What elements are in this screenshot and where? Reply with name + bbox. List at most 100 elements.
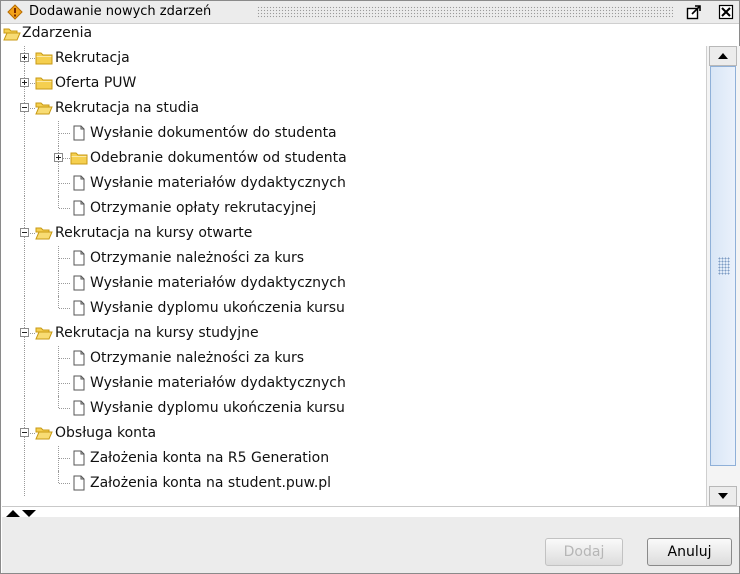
- tree-folder-row[interactable]: Rekrutacja na kursy otwarte: [2, 221, 705, 246]
- tree-connector: [59, 483, 70, 484]
- dialog-window: Dodawanie nowych zdarzeń Zdarzenia Rekru…: [0, 0, 740, 574]
- tree-leaf-row[interactable]: Założenia konta na R5 Generation: [2, 446, 705, 471]
- tree-item-label: Rekrutacja na kursy otwarte: [55, 225, 253, 241]
- close-icon: [718, 4, 734, 20]
- tree-leaf-row[interactable]: Wysłanie materiałów dydaktycznych: [2, 171, 705, 196]
- maximize-button[interactable]: [685, 3, 703, 21]
- folder-icon: [70, 150, 88, 166]
- tree-item-label: Rekrutacja na kursy studyjne: [55, 325, 259, 341]
- diamond-warning-icon: [7, 4, 23, 20]
- folder-open-icon: [3, 26, 21, 42]
- document-icon: [70, 175, 88, 191]
- tree-root-label: Zdarzenia: [22, 25, 93, 41]
- tree-folder-row[interactable]: Rekrutacja na studia: [2, 96, 705, 121]
- tree-connector: [24, 171, 25, 196]
- add-button[interactable]: Dodaj: [545, 538, 623, 566]
- tree-item-label: Założenia konta na R5 Generation: [90, 450, 330, 466]
- collapse-toggle-icon[interactable]: [20, 228, 29, 237]
- tree-item-label: Otrzymanie należności za kurs: [90, 350, 304, 366]
- tree-leaf-row[interactable]: Wysłanie materiałów dydaktycznych: [2, 271, 705, 296]
- tree-item-label: Wysłanie dokumentów do studenta: [90, 125, 337, 141]
- folder-icon: [35, 75, 53, 91]
- tree-leaf-row[interactable]: Założenia konta na student.puw.pl: [2, 471, 705, 496]
- document-icon: [70, 400, 88, 416]
- scroll-thumb[interactable]: [710, 66, 736, 466]
- expand-toggle-icon[interactable]: [20, 53, 29, 62]
- tree-connector: [24, 121, 25, 146]
- tree-leaf-row[interactable]: Wysłanie dokumentów do studenta: [2, 121, 705, 146]
- tree-connector: [59, 408, 70, 409]
- tree-folder-row[interactable]: Rekrutacja: [2, 46, 705, 71]
- folder-open-icon: [35, 425, 53, 441]
- tree-item-label: Rekrutacja: [55, 50, 130, 66]
- tree-item-label: Założenia konta na student.puw.pl: [90, 475, 332, 491]
- document-icon: [70, 300, 88, 316]
- expand-toggle-icon[interactable]: [54, 153, 63, 162]
- folder-open-icon: [35, 225, 53, 241]
- tree-item-label: Obsługa konta: [55, 425, 157, 441]
- tree-item-label: Rekrutacja na studia: [55, 100, 200, 116]
- document-icon: [70, 475, 88, 491]
- tree-leaf-row[interactable]: Otrzymanie należności za kurs: [2, 246, 705, 271]
- tree-connector: [24, 146, 25, 171]
- tree-folder-row[interactable]: Rekrutacja na kursy studyjne: [2, 321, 705, 346]
- document-icon: [70, 375, 88, 391]
- tree-folder-row[interactable]: Obsługa konta: [2, 421, 705, 446]
- tree-connector: [59, 208, 70, 209]
- tree-connector: [58, 296, 59, 308]
- tree-item-label: Oferta PUW: [55, 75, 137, 91]
- tree-item-label: Wysłanie dyplomu ukończenia kursu: [90, 400, 345, 416]
- tree-folder-row[interactable]: Odebranie dokumentów od studenta: [2, 146, 705, 171]
- tree-item-label: Wysłanie materiałów dydaktycznych: [90, 175, 346, 191]
- event-tree[interactable]: Rekrutacja Oferta PUW Rekrutacja na studia…: [2, 46, 705, 505]
- collapse-toggle-icon[interactable]: [20, 103, 29, 112]
- folder-icon: [35, 50, 53, 66]
- tree-connector: [24, 296, 25, 321]
- expand-toggle-icon[interactable]: [20, 78, 29, 87]
- tree-connector: [58, 396, 59, 408]
- tree-connector: [59, 308, 70, 309]
- arrow-up-icon: [718, 53, 728, 59]
- tree-connector: [24, 471, 25, 496]
- tree-folder-row[interactable]: Oferta PUW: [2, 71, 705, 96]
- scroll-up-button[interactable]: [709, 46, 737, 66]
- tree-connector: [24, 346, 25, 371]
- tree-leaf-row[interactable]: Wysłanie dyplomu ukończenia kursu: [2, 296, 705, 321]
- maximize-icon: [686, 5, 701, 20]
- tree-item-label: Wysłanie materiałów dydaktycznych: [90, 375, 346, 391]
- tree-leaf-row[interactable]: Otrzymanie należności za kurs: [2, 346, 705, 371]
- collapse-toggle-icon[interactable]: [20, 328, 29, 337]
- tree-connector: [58, 196, 59, 208]
- tree-item-label: Otrzymanie opłaty rekrutacyjnej: [90, 200, 317, 216]
- folder-open-icon: [35, 325, 53, 341]
- tree-leaf-row[interactable]: Wysłanie materiałów dydaktycznych: [2, 371, 705, 396]
- tree-connector: [59, 183, 70, 184]
- cancel-button[interactable]: Anuluj: [647, 538, 732, 566]
- folder-open-icon: [35, 100, 53, 116]
- document-icon: [70, 200, 88, 216]
- vertical-scrollbar[interactable]: [706, 46, 740, 506]
- tree-connector: [59, 283, 70, 284]
- tree-connector: [59, 358, 70, 359]
- tree-connector: [24, 246, 25, 271]
- document-icon: [70, 450, 88, 466]
- tree-leaf-row[interactable]: Otrzymanie opłaty rekrutacyjnej: [2, 196, 705, 221]
- close-button[interactable]: [717, 3, 735, 21]
- tree-leaf-row[interactable]: Wysłanie dyplomu ukończenia kursu: [2, 396, 705, 421]
- tree-connector: [24, 271, 25, 296]
- tree-item-label: Odebranie dokumentów od studenta: [90, 150, 347, 166]
- tree-connector: [59, 383, 70, 384]
- document-icon: [70, 250, 88, 266]
- tree-connector: [59, 458, 70, 459]
- document-icon: [70, 350, 88, 366]
- arrow-down-icon: [718, 493, 728, 499]
- collapse-toggle-icon[interactable]: [20, 428, 29, 437]
- tree-connector: [24, 446, 25, 471]
- button-bar: Dodaj Anuluj: [2, 517, 739, 573]
- tree-item-label: Wysłanie dyplomu ukończenia kursu: [90, 300, 345, 316]
- title-bar[interactable]: Dodawanie nowych zdarzeń: [1, 1, 739, 24]
- tree-connector: [59, 133, 70, 134]
- tree-connector: [58, 471, 59, 483]
- tree-root-row[interactable]: Zdarzenia: [1, 24, 704, 46]
- scroll-down-button[interactable]: [709, 486, 737, 506]
